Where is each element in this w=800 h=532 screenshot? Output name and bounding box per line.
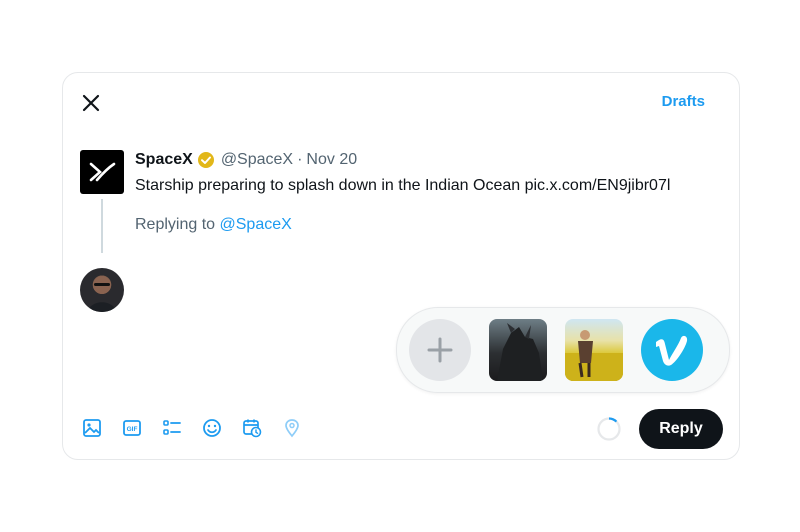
user-avatar-image [88, 276, 116, 312]
gif-icon: GIF [123, 420, 141, 436]
character-count-ring [597, 417, 621, 441]
dragon-image [497, 323, 543, 381]
user-avatar[interactable] [80, 268, 124, 312]
schedule-icon [243, 419, 262, 438]
field-person-image [565, 330, 623, 381]
close-icon [82, 94, 100, 112]
spacex-x-logo-icon [89, 162, 116, 182]
replying-to-label: Replying to [135, 216, 216, 233]
field-thumbnail[interactable] [565, 319, 623, 381]
schedule-button[interactable] [241, 417, 263, 439]
separator-dot: · [297, 151, 303, 168]
tweet-text: Starship preparing to splash down in the… [135, 177, 671, 194]
reply-button[interactable]: Reply [639, 409, 723, 449]
tweet-header: SpaceX @SpaceX · Nov 20 [135, 151, 357, 169]
reply-composer: Drafts SpaceX @SpaceX · Nov 20 Starship … [62, 72, 740, 460]
replying-to-mention[interactable]: @SpaceX [220, 216, 292, 233]
media-picker [396, 307, 730, 393]
thread-line [101, 199, 103, 253]
drafts-link[interactable]: Drafts [662, 93, 705, 110]
poll-icon [163, 420, 181, 435]
close-button[interactable] [77, 89, 105, 117]
emoji-icon [203, 419, 221, 437]
svg-text:GIF: GIF [127, 426, 138, 433]
add-media-button[interactable] [409, 319, 471, 381]
gif-button[interactable]: GIF [121, 417, 143, 439]
poll-button[interactable] [161, 417, 183, 439]
author-name[interactable]: SpaceX [135, 151, 193, 169]
verified-badge-icon [197, 152, 214, 168]
plus-icon [427, 337, 453, 363]
dragon-thumbnail[interactable] [489, 319, 547, 381]
composer-toolbar: GIF [81, 417, 303, 439]
emoji-button[interactable] [201, 417, 223, 439]
author-handle[interactable]: @SpaceX [221, 151, 293, 169]
media-button[interactable] [81, 417, 103, 439]
replying-to: Replying to @SpaceX [135, 216, 292, 234]
tweet-date[interactable]: Nov 20 [306, 151, 357, 169]
spacex-avatar[interactable] [80, 150, 124, 194]
vimeo-v-icon [656, 335, 688, 366]
location-button[interactable] [281, 417, 303, 439]
location-icon [285, 419, 299, 438]
image-icon [83, 419, 101, 437]
vimeo-logo[interactable] [641, 319, 703, 381]
